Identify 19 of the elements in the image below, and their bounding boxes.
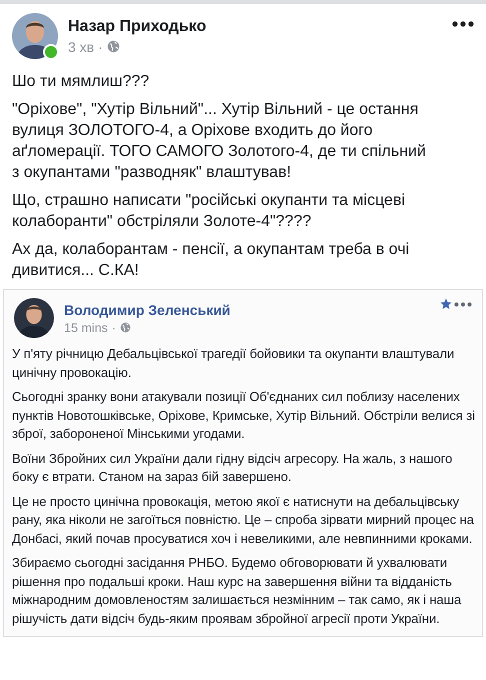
globe-icon: [106, 40, 120, 53]
shared-post-paragraph: У п'яту річницю Дебальцівської трагедії бойовики та окупанти влаштували цинічну провокацію.: [12, 345, 456, 382]
separator: ·: [112, 320, 116, 334]
shared-avatar: [14, 298, 54, 338]
author-name[interactable]: Назар Приходько: [68, 18, 442, 36]
post-paragraph: Що, страшно написати "російські окупанти та місцеві колаборанти" обстріляли Золоте-4"????: [12, 191, 406, 232]
shared-post-paragraph: Це не просто цинічна провокація, метою якої є натиснути на дебальцівську рану, яка ніколи не загоїться повністю. Це – спроба зірвати мирний процес на Донбасі, який почав просуватися хоч і невеликими, але невпинними кроками.: [12, 492, 475, 548]
post-paragraph: Ах да, колаборантам - пенсії, а окупантам треба в очі дивитися... С.КА!: [12, 240, 410, 281]
more-options-icon[interactable]: [452, 21, 474, 27]
shared-post-paragraph: Сьогодні зранку вони атакували позиції Об'єднаних сил поблизу населених пунктів Новотошківське, Оріхове, Кримське, Хутір Вільний. Обстріли велися зі зброї, забороненої Мінськими угодами.: [12, 388, 476, 443]
shared-post-paragraph: Збираємо сьогодні засідання РНБО. Будемо обговорювати й ухвалювати рішення про подальші кроки. Наш курс на завершення війни та відданість міжнародним домовленостям залишається незмінним – так само, як і наша рішучість дати відсіч будь-яким проявам збройної агресії проти України.: [12, 554, 462, 628]
avatar: [12, 13, 58, 59]
shared-post-paragraph: Воїни Збройних сил України дали гідну відсіч агресору. На жаль, з нашого боку є втрати. Станом на зараз бій завершено.: [12, 450, 454, 486]
star-icon[interactable]: [440, 298, 452, 310]
post-paragraph: Шо ти мямлиш???: [12, 72, 150, 92]
separator: ·: [98, 38, 103, 54]
shared-author-name[interactable]: Володимир Зеленський: [64, 302, 430, 318]
globe-icon: [120, 322, 131, 333]
post-paragraph: "Оріхове", "Хутір Вільний"... Хутір Вільний - це остання вулиця ЗОЛОТОГО-4, а Оріхове входить до його аґломерації. ТОГО САМОГО Золотого-4, де ти спільний з окупантами "разводняк" влаштував!: [12, 100, 427, 183]
